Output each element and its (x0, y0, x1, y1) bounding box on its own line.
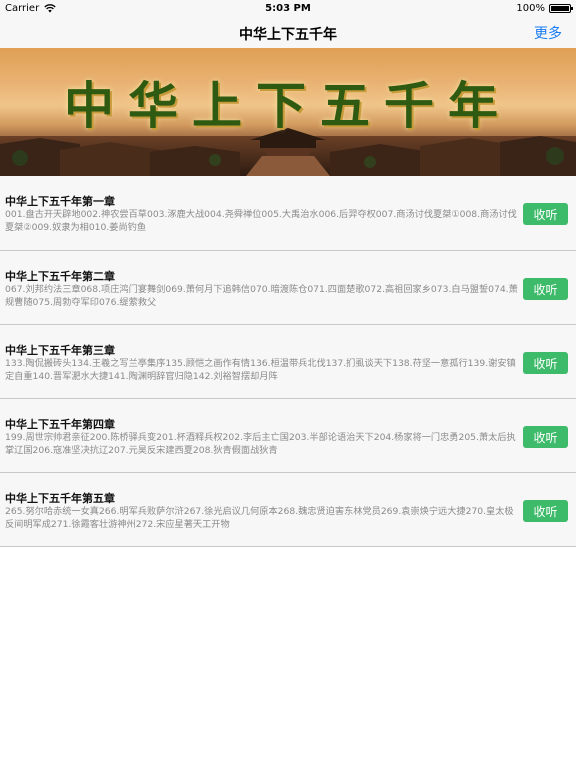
listen-button[interactable]: 收听 (523, 278, 568, 300)
navigation-bar: 中华上下五千年 更多 (0, 18, 576, 48)
chapter-title: 中华上下五千年第五章 (5, 492, 115, 505)
chapter-description: 067.刘邦约法三章068.项庄鸿门宴舞剑069.萧何月下追韩信070.暗渡陈仓… (5, 284, 518, 308)
battery-info: 100% (516, 3, 573, 14)
chapter-title: 中华上下五千年第二章 (5, 270, 115, 283)
status-time: 5:03 PM (265, 3, 311, 14)
listen-button[interactable]: 收听 (523, 426, 568, 448)
listen-button[interactable]: 收听 (523, 352, 568, 374)
more-button[interactable]: 更多 (534, 23, 562, 43)
listen-button[interactable]: 收听 (523, 203, 568, 225)
status-bar: Carrier 5:03 PM 100% (0, 0, 576, 18)
chapter-description: 265.努尔哈赤统一女真266.明军兵败萨尔浒267.徐光启议几何原本268.魏… (5, 506, 514, 530)
page-title: 中华上下五千年 (239, 27, 337, 43)
chapter-list: 中华上下五千年第一章 001.盘古开天辟地002.神农尝百草003.涿鹿大战00… (0, 176, 576, 547)
battery-fill (551, 6, 569, 11)
list-item[interactable]: 中华上下五千年第三章 133.陶侃搬砖头134.王羲之写兰亭集序135.顾恺之画… (0, 325, 576, 399)
list-item[interactable]: 中华上下五千年第五章 265.努尔哈赤统一女真266.明军兵败萨尔浒267.徐光… (0, 473, 576, 547)
chapter-title: 中华上下五千年第四章 (5, 418, 115, 431)
chapter-title: 中华上下五千年第一章 (5, 195, 115, 208)
banner-image: 中华上下五千年 (0, 48, 576, 176)
list-item[interactable]: 中华上下五千年第四章 199.周世宗帅君亲征200.陈桥驿兵变201.杯酒释兵权… (0, 399, 576, 473)
list-item[interactable]: 中华上下五千年第一章 001.盘古开天辟地002.神农尝百草003.涿鹿大战00… (0, 176, 576, 251)
battery-percent: 100% (516, 3, 545, 14)
chapter-description: 199.周世宗帅君亲征200.陈桥驿兵变201.杯酒释兵权202.李后主亡国20… (5, 432, 516, 456)
battery-icon (549, 4, 573, 13)
chapter-title: 中华上下五千年第三章 (5, 344, 115, 357)
chapter-description: 133.陶侃搬砖头134.王羲之写兰亭集序135.顾恺之画作有情136.桓温带兵… (5, 358, 516, 382)
list-item[interactable]: 中华上下五千年第二章 067.刘邦约法三章068.项庄鸿门宴舞剑069.萧何月下… (0, 251, 576, 325)
chapter-description: 001.盘古开天辟地002.神农尝百草003.涿鹿大战004.尧舜禅位005.大… (5, 209, 517, 233)
banner-title: 中华上下五千年 (64, 76, 512, 135)
listen-button[interactable]: 收听 (523, 500, 568, 522)
